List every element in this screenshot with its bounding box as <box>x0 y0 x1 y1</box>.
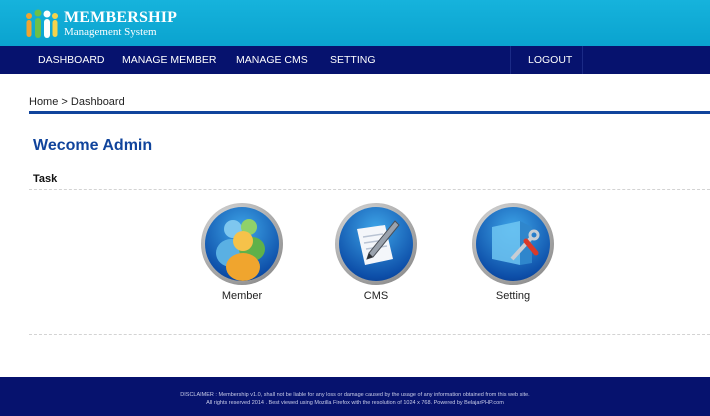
task-cms-label: CMS <box>363 290 389 302</box>
footer-disclaimer: DISCLAIMER : Membership v1.0, shall not … <box>180 392 530 398</box>
tools-icon <box>492 221 540 265</box>
task-icon-ring <box>335 203 417 285</box>
task-icon-ring <box>472 203 554 285</box>
section-divider <box>29 334 710 335</box>
page-footer: DISCLAIMER : Membership v1.0, shall not … <box>0 377 710 416</box>
task-icon-bg <box>205 207 279 281</box>
users-icon <box>216 219 265 281</box>
breadcrumb-home-link[interactable]: Home <box>29 96 58 108</box>
task-section-label: Task <box>33 173 58 185</box>
task-icon-ring <box>201 203 283 285</box>
nav-dashboard[interactable]: DASHBOARD <box>38 46 105 74</box>
task-setting-label: Setting <box>495 290 531 302</box>
task-setting-button[interactable]: Setting <box>471 203 555 302</box>
breadcrumb-current: Dashboard <box>70 96 125 108</box>
footer-copyright: All rights reserved 2014 . Best viewed u… <box>206 400 504 406</box>
brand-logo: MEMBERSHIP Management System <box>64 10 177 38</box>
task-cms-button[interactable]: CMS <box>334 203 418 302</box>
app-header: MEMBERSHIP Management System <box>0 0 710 46</box>
task-member-label: Member <box>221 290 263 302</box>
task-member-button[interactable]: Member <box>200 203 284 302</box>
breadcrumb: Home > Dashboard <box>29 96 125 108</box>
breadcrumb-divider <box>29 111 710 114</box>
nav-divider <box>510 46 511 74</box>
nav-setting[interactable]: SETTING <box>330 46 376 74</box>
page-title: Wecome Admin <box>33 137 153 154</box>
task-icon-bg <box>339 207 413 281</box>
brand-title: MEMBERSHIP <box>64 9 178 26</box>
main-navbar: DASHBOARD MANAGE MEMBER MANAGE CMS SETTI… <box>0 46 710 74</box>
brand-subtitle: Management System <box>64 26 157 38</box>
nav-manage-cms[interactable]: MANAGE CMS <box>236 46 308 74</box>
logo-people-icon <box>26 9 58 38</box>
nav-manage-member[interactable]: MANAGE MEMBER <box>122 46 217 74</box>
nav-divider <box>582 46 583 74</box>
task-icon-bg <box>476 207 550 281</box>
pen-document-icon <box>357 220 400 265</box>
section-divider <box>29 189 710 190</box>
nav-logout[interactable]: LOGOUT <box>528 46 572 74</box>
breadcrumb-separator: > <box>58 96 71 108</box>
